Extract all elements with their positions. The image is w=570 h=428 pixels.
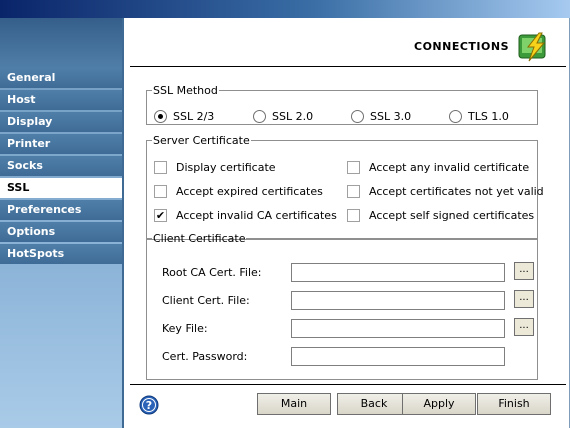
radio-button-selected[interactable] bbox=[154, 110, 167, 123]
client-cert-file-label: Client Cert. File: bbox=[162, 294, 250, 307]
checkbox-label: Accept invalid CA certificates bbox=[176, 209, 337, 222]
sidebar-item-options[interactable]: Options bbox=[0, 222, 122, 242]
sidebar-item-host[interactable]: Host bbox=[0, 90, 122, 110]
root-ca-cert-file-label: Root CA Cert. File: bbox=[162, 266, 262, 279]
check-accept-any-invalid-certificate[interactable]: Accept any invalid certificate bbox=[347, 161, 529, 174]
title-bar[interactable] bbox=[0, 0, 570, 18]
radio-label: SSL 2.0 bbox=[272, 110, 314, 123]
ssl-method-group: SSL Method SSL 2/3 SSL 2.0 SSL 3.0 TLS 1… bbox=[146, 84, 538, 125]
checkbox-label: Display certificate bbox=[176, 161, 276, 174]
main-button[interactable]: Main bbox=[257, 393, 331, 415]
root-ca-cert-browse-button[interactable]: ... bbox=[514, 262, 534, 280]
connection-settings-window: General Host Display Printer Socks SSL P… bbox=[0, 0, 570, 428]
client-certificate-legend: Client Certificate bbox=[153, 232, 246, 245]
checkbox[interactable] bbox=[347, 161, 360, 174]
check-accept-certificates-not-yet-valid[interactable]: Accept certificates not yet valid bbox=[347, 185, 544, 198]
client-certificate-group: Client Certificate Root CA Cert. File: .… bbox=[146, 232, 538, 380]
sidebar-item-preferences[interactable]: Preferences bbox=[0, 200, 122, 220]
sidebar-item-general[interactable]: General bbox=[0, 68, 122, 88]
checkbox[interactable] bbox=[154, 161, 167, 174]
checkbox[interactable] bbox=[347, 185, 360, 198]
server-certificate-legend: Server Certificate bbox=[153, 134, 250, 147]
sidebar-item-printer[interactable]: Printer bbox=[0, 134, 122, 154]
sidebar-item-ssl[interactable]: SSL bbox=[0, 178, 122, 198]
radio-tls-1-0[interactable]: TLS 1.0 bbox=[449, 110, 509, 123]
sidebar-item-socks[interactable]: Socks bbox=[0, 156, 122, 176]
radio-button[interactable] bbox=[449, 110, 462, 123]
check-display-certificate[interactable]: Display certificate bbox=[154, 161, 276, 174]
ssl-method-legend: SSL Method bbox=[153, 84, 218, 97]
cert-password-label: Cert. Password: bbox=[162, 350, 248, 363]
check-accept-invalid-ca-certificates[interactable]: ✔ Accept invalid CA certificates bbox=[154, 209, 337, 222]
checkbox-label: Accept any invalid certificate bbox=[369, 161, 530, 174]
server-certificate-group: Server Certificate Display certificate A… bbox=[146, 134, 544, 240]
apply-button[interactable]: Apply bbox=[402, 393, 476, 415]
svg-text:?: ? bbox=[146, 399, 152, 412]
sidebar-item-hotspots[interactable]: HotSpots bbox=[0, 244, 122, 264]
checkbox-label: Accept expired certificates bbox=[176, 185, 323, 198]
connections-lightning-icon bbox=[518, 32, 546, 62]
back-button[interactable]: Back bbox=[337, 393, 411, 415]
checkbox[interactable] bbox=[347, 209, 360, 222]
help-question-icon[interactable]: ? bbox=[139, 395, 159, 415]
finish-button[interactable]: Finish bbox=[477, 393, 551, 415]
radio-label: TLS 1.0 bbox=[468, 110, 509, 123]
checkbox-label: Accept certificates not yet valid bbox=[369, 185, 544, 198]
check-accept-expired-certificates[interactable]: Accept expired certificates bbox=[154, 185, 323, 198]
sidebar-item-display[interactable]: Display bbox=[0, 112, 122, 132]
header-divider bbox=[130, 66, 566, 67]
radio-ssl-2-3[interactable]: SSL 2/3 bbox=[154, 110, 214, 123]
key-file-label: Key File: bbox=[162, 322, 208, 335]
radio-button[interactable] bbox=[253, 110, 266, 123]
sidebar: General Host Display Printer Socks SSL P… bbox=[0, 18, 124, 428]
client-cert-browse-button[interactable]: ... bbox=[514, 290, 534, 308]
main-panel: CONNECTIONS SSL Method SSL 2/3 SSL 2.0 S… bbox=[124, 18, 570, 428]
cert-password-input[interactable] bbox=[291, 347, 505, 366]
radio-label: SSL 2/3 bbox=[173, 110, 215, 123]
radio-label: SSL 3.0 bbox=[370, 110, 412, 123]
client-cert-file-input[interactable] bbox=[291, 291, 505, 310]
check-accept-self-signed-certificates[interactable]: Accept self signed certificates bbox=[347, 209, 534, 222]
sidebar-header bbox=[0, 18, 122, 68]
checkbox[interactable] bbox=[154, 185, 167, 198]
checkbox-label: Accept self signed certificates bbox=[369, 209, 535, 222]
root-ca-cert-file-input[interactable] bbox=[291, 263, 505, 282]
key-file-input[interactable] bbox=[291, 319, 505, 338]
page-title: CONNECTIONS bbox=[414, 40, 509, 53]
radio-ssl-2-0[interactable]: SSL 2.0 bbox=[253, 110, 313, 123]
radio-ssl-3-0[interactable]: SSL 3.0 bbox=[351, 110, 411, 123]
footer-divider bbox=[130, 384, 566, 385]
key-file-browse-button[interactable]: ... bbox=[514, 318, 534, 336]
checkbox-checked[interactable]: ✔ bbox=[154, 209, 167, 222]
radio-button[interactable] bbox=[351, 110, 364, 123]
